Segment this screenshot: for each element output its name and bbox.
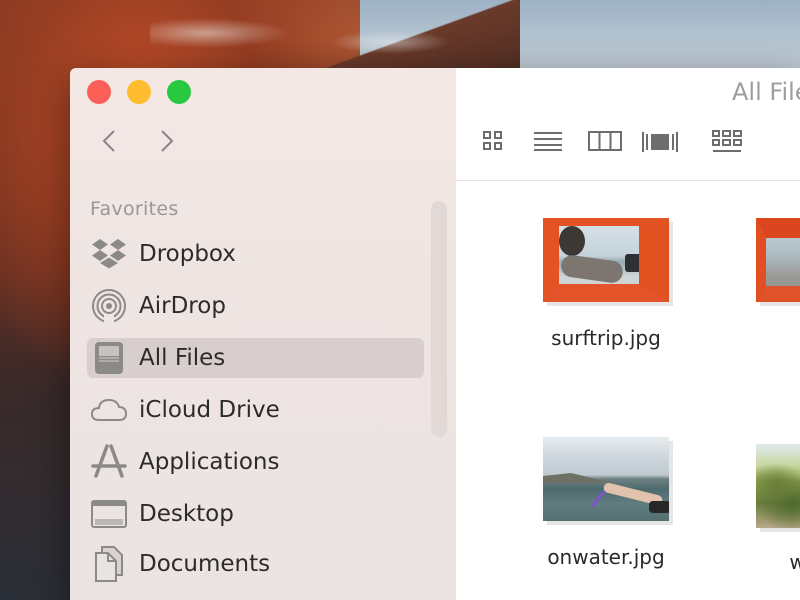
icloud-icon (89, 390, 129, 430)
sidebar-item-airdrop[interactable]: AirDrop (87, 286, 424, 326)
dropbox-icon (89, 234, 129, 274)
maximize-button[interactable] (167, 80, 191, 104)
sidebar-item-desktop[interactable]: Desktop (87, 494, 424, 534)
sidebar-item-label: Desktop (139, 501, 234, 527)
sidebar-item-label: iCloud Drive (139, 397, 280, 423)
airdrop-icon (89, 286, 129, 326)
sidebar-item-label: Documents (139, 551, 271, 577)
list-view-button[interactable] (533, 130, 563, 152)
sidebar-item-label: All Files (139, 345, 226, 371)
documents-icon (89, 544, 129, 584)
sidebar-item-documents[interactable]: Documents (87, 544, 424, 584)
westo-thumbnail (756, 444, 800, 528)
file-name: surftrip.jpg (551, 326, 661, 350)
back-button[interactable] (98, 128, 120, 154)
favorites-header: Favorites (90, 198, 179, 220)
chevron-left-icon (102, 130, 115, 152)
icon-view-icon (483, 131, 502, 150)
applications-icon (89, 442, 129, 482)
group-view-icon (712, 130, 742, 152)
sidebar-item-label: AirDrop (139, 293, 226, 319)
toolbar-divider (456, 180, 800, 181)
file-name: onwater.jpg (547, 545, 665, 569)
sidebar: Favorites Dropbox AirDrop All Files iClo… (70, 68, 456, 600)
desktop-snow (330, 30, 450, 54)
file-name: westo (789, 550, 800, 574)
close-button[interactable] (87, 80, 111, 104)
sidebar-item-label: Dropbox (139, 241, 236, 267)
main-content: All Files (456, 68, 800, 600)
sidebar-item-all-files[interactable]: All Files (87, 338, 424, 378)
file-item-onwater[interactable]: onwater.jpg (526, 437, 686, 569)
minimize-button[interactable] (127, 80, 151, 104)
sidebar-item-applications[interactable]: Applications (87, 442, 424, 482)
sidebar-scrollbar[interactable] (431, 201, 447, 437)
list-view-icon (534, 132, 562, 151)
onwater-thumbnail (543, 437, 669, 521)
file-item-surftrip[interactable]: surftrip.jpg (526, 218, 686, 350)
icon-view-button[interactable] (482, 130, 504, 152)
file-name: surf (739, 326, 800, 350)
desktop-snow (150, 18, 290, 48)
file-item-surf[interactable]: surf (739, 218, 800, 350)
sidebar-item-dropbox[interactable]: Dropbox (87, 234, 424, 274)
file-item-westo[interactable]: westo (739, 444, 800, 574)
window-title: All Files (732, 78, 800, 106)
surf-thumbnail (756, 218, 800, 302)
sidebar-item-label: Applications (139, 449, 280, 475)
column-view-button[interactable] (588, 130, 622, 152)
all-files-icon (89, 338, 129, 378)
group-view-button[interactable] (712, 130, 742, 154)
finder-window: Favorites Dropbox AirDrop All Files iClo… (70, 68, 800, 600)
cover-flow-button[interactable] (641, 130, 679, 154)
cover-flow-icon (642, 132, 678, 152)
surftrip-thumbnail (543, 218, 669, 302)
column-view-icon (588, 131, 622, 151)
forward-button[interactable] (156, 128, 178, 154)
desktop-icon (89, 494, 129, 534)
sidebar-item-icloud-drive[interactable]: iCloud Drive (87, 390, 424, 430)
chevron-right-icon (161, 130, 174, 152)
